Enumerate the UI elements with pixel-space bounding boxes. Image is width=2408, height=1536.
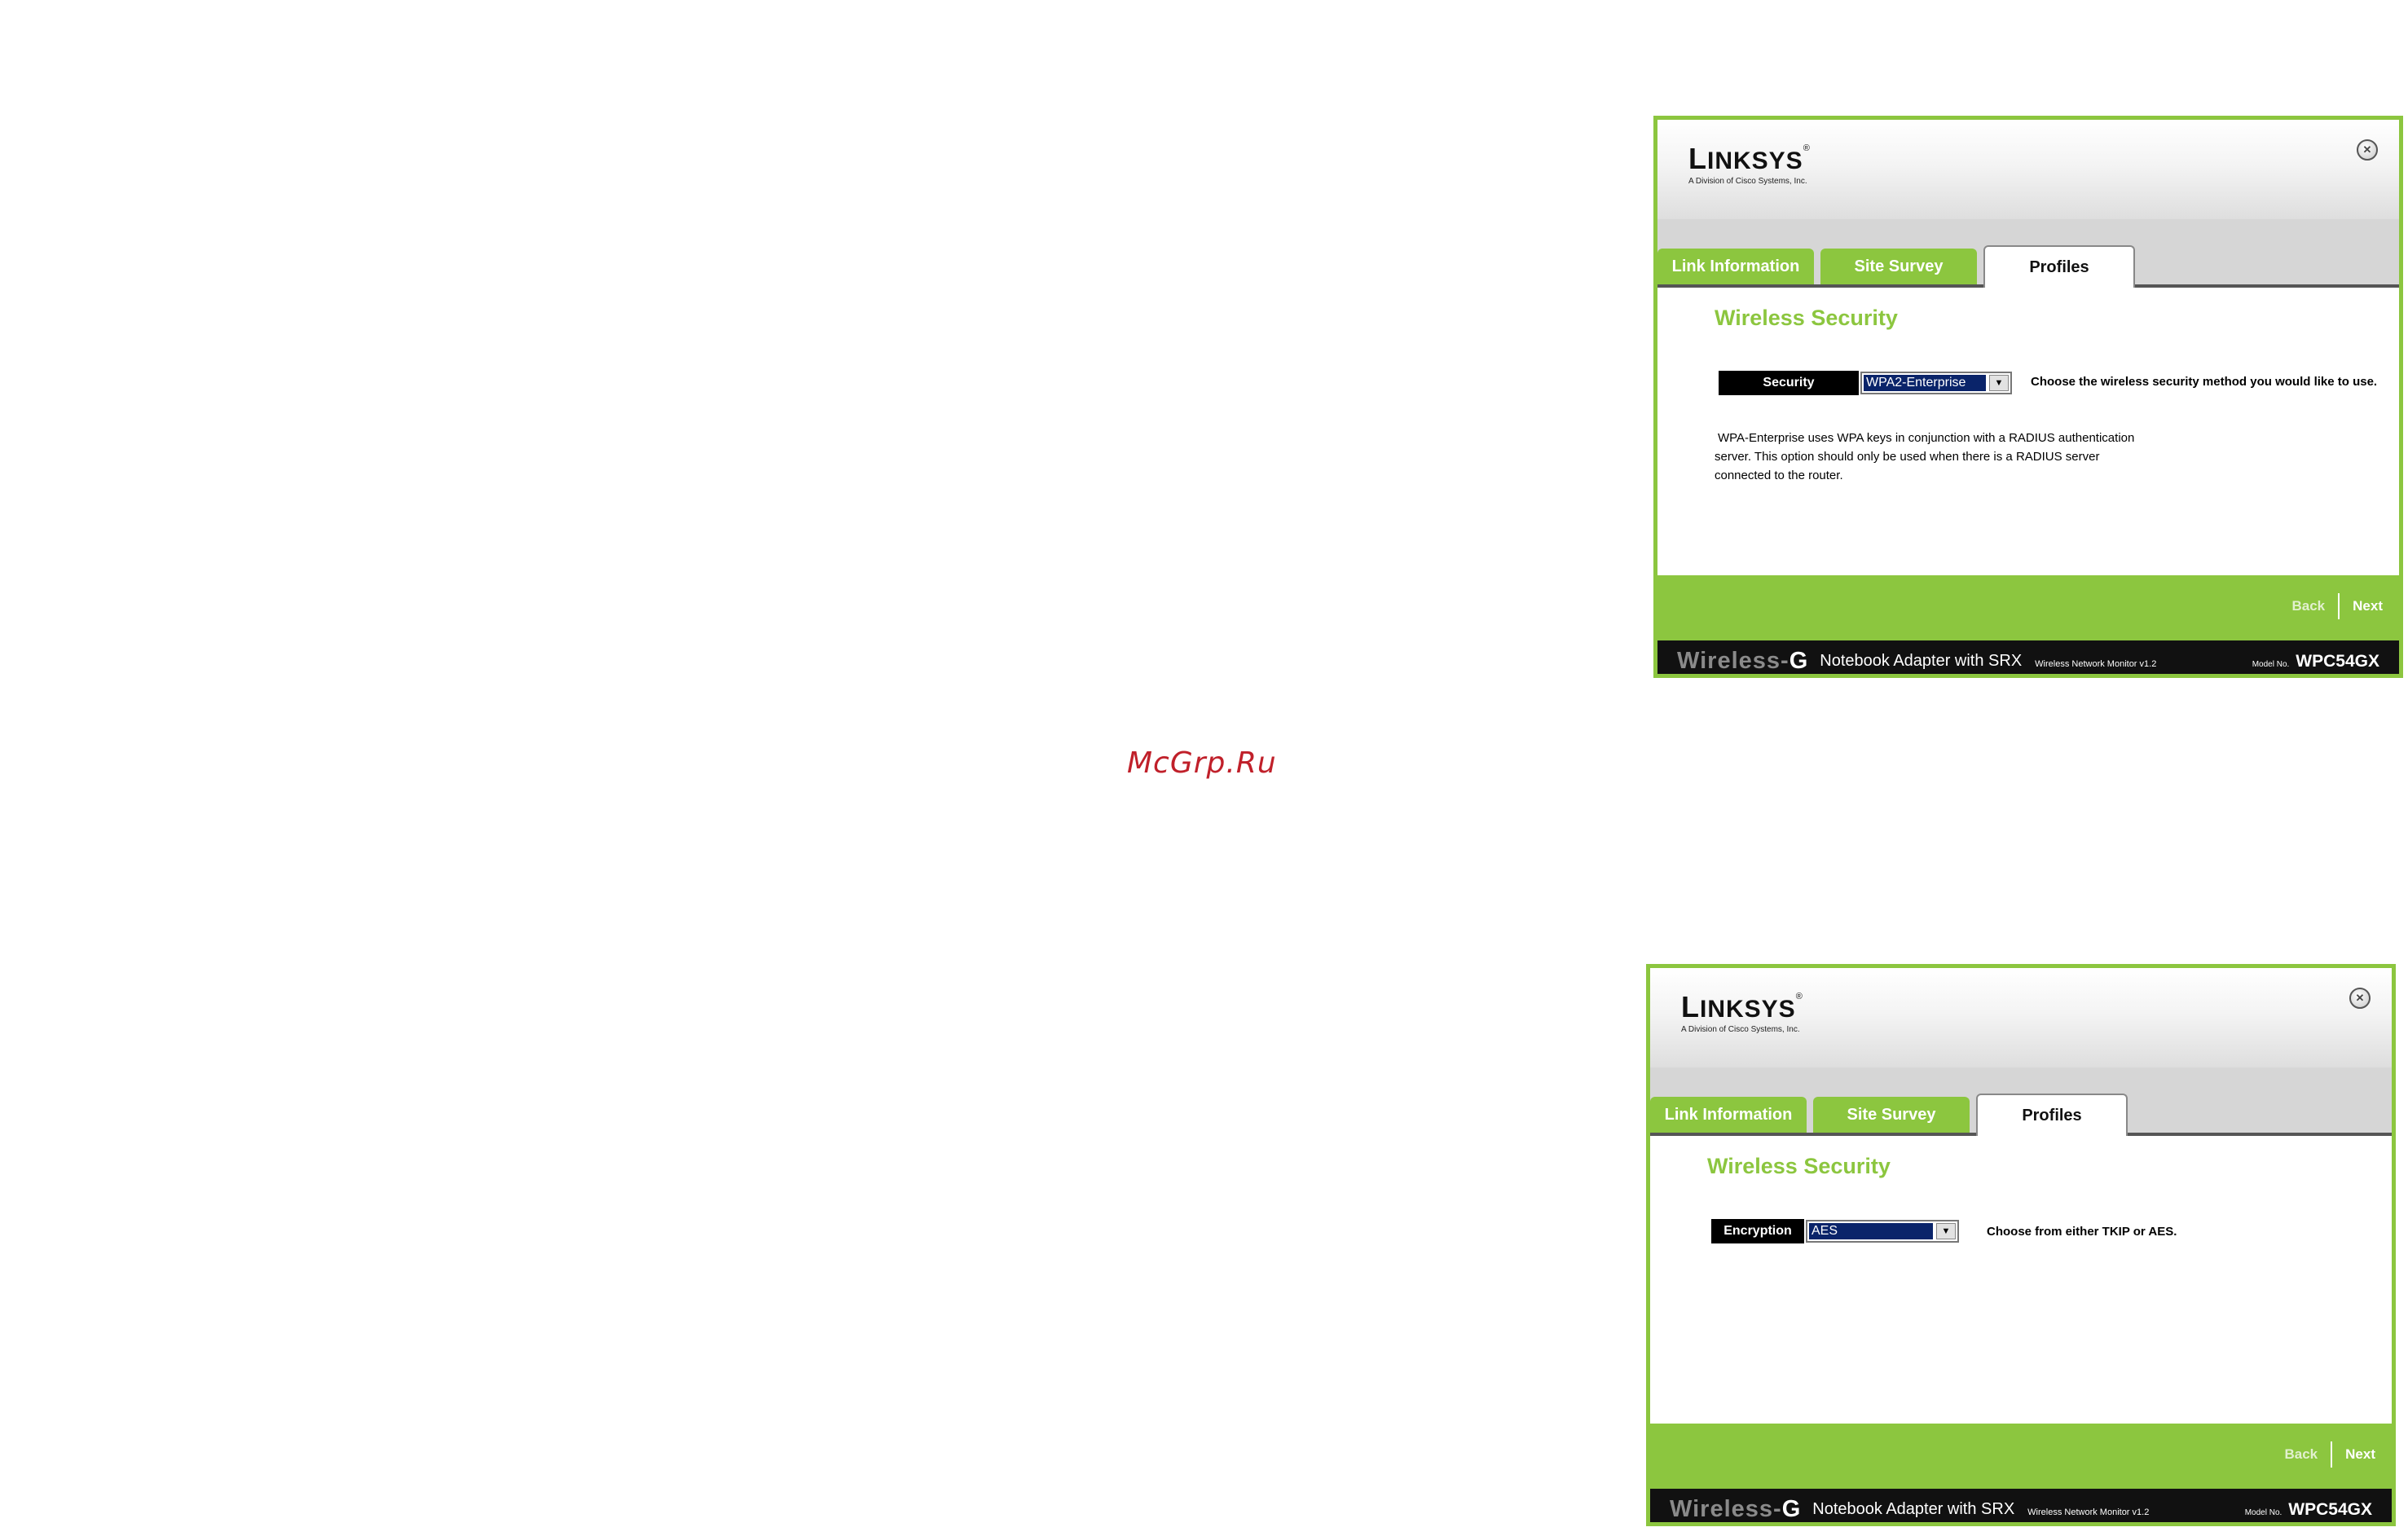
encryption-select-value: AES	[1809, 1223, 1933, 1239]
tab-site-survey[interactable]: Site Survey	[1820, 249, 1977, 284]
next-button[interactable]: Next	[2353, 598, 2383, 614]
wireless-security-window-1: LINKSYS® A Division of Cisco Systems, In…	[1653, 116, 2403, 678]
logo-subtitle: A Division of Cisco Systems, Inc.	[1688, 177, 1807, 186]
tab-link-information[interactable]: Link Information	[1657, 249, 1814, 284]
tab-profiles[interactable]: Profiles	[1983, 245, 2135, 288]
next-button[interactable]: Next	[2345, 1446, 2375, 1463]
monitor-version: Wireless Network Monitor v1.2	[2027, 1507, 2150, 1517]
tab-bar: Link Information Site Survey Profiles	[1650, 1067, 2392, 1136]
security-select-value: WPA2-Enterprise	[1864, 375, 1986, 391]
tab-profiles[interactable]: Profiles	[1976, 1094, 2128, 1136]
model-number: Model No. WPC54GX	[2252, 651, 2379, 671]
back-button[interactable]: Back	[2292, 598, 2326, 614]
security-label: Security	[1719, 371, 1859, 395]
encryption-hint: Choose from either TKIP or AES.	[1987, 1225, 2177, 1239]
section-title: Wireless Security	[1715, 306, 1898, 330]
product-brand: Wireless-G	[1670, 1496, 1802, 1522]
monitor-version: Wireless Network Monitor v1.2	[2035, 658, 2157, 669]
linksys-logo: LINKSYS® A Division of Cisco Systems, In…	[1681, 990, 1803, 1035]
encryption-label: Encryption	[1711, 1219, 1804, 1243]
tab-bar: Link Information Site Survey Profiles	[1657, 219, 2399, 288]
watermark: McGrp.Ru	[1127, 746, 1277, 780]
wireless-security-window-2: LINKSYS® A Division of Cisco Systems, In…	[1646, 964, 2396, 1526]
nav-divider	[2331, 1441, 2333, 1468]
chevron-down-icon[interactable]: ▼	[1989, 375, 2009, 391]
section-title: Wireless Security	[1707, 1154, 1891, 1178]
back-button[interactable]: Back	[2285, 1446, 2318, 1463]
linksys-logo: LINKSYS® A Division of Cisco Systems, In…	[1688, 142, 1811, 187]
chevron-down-icon[interactable]: ▼	[1936, 1223, 1956, 1239]
nav-bar: Back Next	[1650, 1424, 2392, 1489]
security-select[interactable]: WPA2-Enterprise ▼	[1860, 372, 2012, 394]
product-brand: Wireless-G	[1677, 648, 1809, 674]
close-icon[interactable]: ✕	[2349, 988, 2371, 1009]
header: LINKSYS® A Division of Cisco Systems, In…	[1657, 120, 2399, 219]
encryption-select[interactable]: AES ▼	[1806, 1220, 1959, 1243]
tab-link-information[interactable]: Link Information	[1650, 1097, 1807, 1133]
security-description: WPA-Enterprise uses WPA keys in conjunct…	[1715, 431, 2135, 482]
tab-site-survey[interactable]: Site Survey	[1813, 1097, 1970, 1133]
footer: Wireless-G Notebook Adapter with SRX Wir…	[1657, 640, 2399, 674]
model-number: Model No. WPC54GX	[2244, 1499, 2372, 1519]
product-name: Notebook Adapter with SRX	[1820, 652, 2023, 670]
logo-subtitle: A Division of Cisco Systems, Inc.	[1681, 1025, 1800, 1034]
header: LINKSYS® A Division of Cisco Systems, In…	[1650, 968, 2392, 1067]
close-icon[interactable]: ✕	[2357, 139, 2378, 161]
content-area: Wireless Security Security WPA2-Enterpri…	[1657, 288, 2399, 575]
security-hint: Choose the wireless security method you …	[2031, 375, 2378, 389]
footer: Wireless-G Notebook Adapter with SRX Wir…	[1650, 1489, 2392, 1522]
product-name: Notebook Adapter with SRX	[1812, 1500, 2015, 1518]
nav-divider	[2338, 593, 2340, 619]
content-area: Wireless Security Encryption AES ▼ Choos…	[1650, 1136, 2392, 1424]
nav-bar: Back Next	[1657, 575, 2399, 640]
